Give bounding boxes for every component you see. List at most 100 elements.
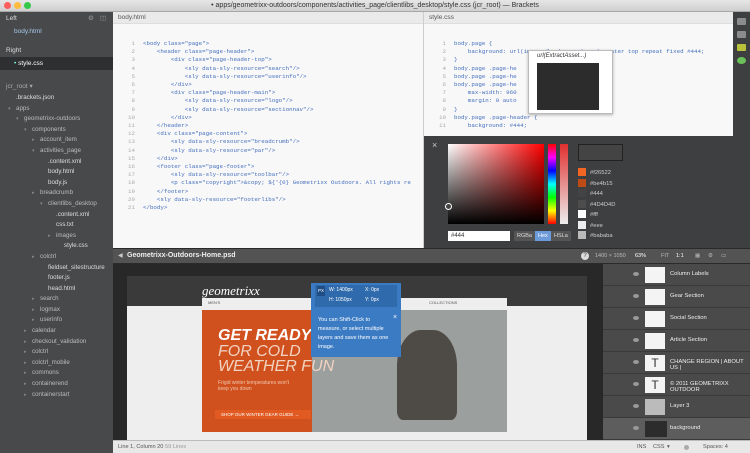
code-line[interactable]: 4 <sly data-sly-resource="search"/> <box>113 65 423 73</box>
layer-row[interactable]: Article Section <box>603 330 750 352</box>
layer-row[interactable]: Social Section <box>603 308 750 330</box>
saturation-value-field[interactable] <box>445 144 544 224</box>
zoom-level[interactable]: 63% <box>635 253 646 259</box>
tree-item[interactable]: ▸ colctrl <box>0 347 113 358</box>
language-select[interactable]: CSS <box>653 441 665 453</box>
code-line[interactable]: 7 <div class="page-header-main"> <box>113 89 423 97</box>
split-view-icon[interactable]: ◫ <box>100 12 106 25</box>
code-line[interactable]: 11 background: #444; <box>424 122 750 130</box>
fit-button[interactable]: FIT <box>661 253 669 259</box>
tree-arrow-icon[interactable]: ▸ <box>32 305 40 316</box>
tree-arrow-icon[interactable]: ▸ <box>32 188 40 199</box>
left-pane-tab[interactable]: body.html <box>113 12 423 24</box>
eye-icon[interactable] <box>633 360 639 364</box>
tree-arrow-icon[interactable]: ▸ <box>24 337 32 348</box>
tree-item[interactable]: .content.xml <box>0 210 113 221</box>
eye-icon[interactable] <box>633 338 639 342</box>
linter-icon[interactable] <box>684 445 689 450</box>
grid-icon[interactable]: ▦ <box>695 253 700 259</box>
code-line[interactable]: 21 </body> <box>113 204 423 212</box>
layer-row[interactable]: T © 2011 GEOMETRIXX OUTDOOR <box>603 374 750 396</box>
code-line[interactable]: 5 <sly data-sly-resource="userinfo"/> <box>113 73 423 81</box>
tree-item[interactable]: .content.xml <box>0 157 113 168</box>
hsla-format-button[interactable]: HSLa <box>551 231 571 241</box>
eye-icon[interactable] <box>633 404 639 408</box>
collapse-arrow-icon[interactable]: ◀ <box>118 252 123 259</box>
layer-row[interactable]: Layer 3 <box>603 396 750 418</box>
chevron-down-icon[interactable]: ▾ <box>667 441 670 453</box>
tree-item[interactable]: ▸ checkout_validation <box>0 337 113 348</box>
working-file-style-css[interactable]: • style.css <box>0 57 113 70</box>
code-line[interactable]: 9 <sly data-sly-resource="sectionnav"/> <box>113 106 423 114</box>
eye-icon[interactable] <box>633 272 639 276</box>
code-line[interactable]: 17 <sly data-sly-resource="toolbar"/> <box>113 171 423 179</box>
extract-icon[interactable] <box>737 44 746 51</box>
code-line[interactable]: 12 <div class="page-content"> <box>113 130 423 138</box>
color-swatch[interactable]: #444 <box>578 189 615 200</box>
code-line[interactable]: 13 <sly data-sly-resource="breadcrumb"/> <box>113 138 423 146</box>
tree-arrow-icon[interactable]: ▸ <box>24 326 32 337</box>
tree-arrow-icon[interactable]: ▾ <box>24 125 32 136</box>
tree-item[interactable]: body.js <box>0 178 113 189</box>
layer-row[interactable]: Gear Section <box>603 286 750 308</box>
linter-status-icon[interactable] <box>737 57 746 64</box>
code-line[interactable]: 16 <footer class="page-footer"> <box>113 163 423 171</box>
left-editor-pane[interactable]: body.html 1 <body class="page"> 2 <header … <box>113 12 424 248</box>
opacity-slider[interactable] <box>560 144 568 224</box>
tree-item[interactable]: ▾ clientlibs_desktop <box>0 199 113 210</box>
code-line[interactable]: 18 <p class="copyright">&copy; ${'{0} Ge… <box>113 179 423 187</box>
spaces-setting[interactable]: Spaces: 4 <box>703 441 728 453</box>
code-line[interactable]: 6 </div> <box>113 81 423 89</box>
color-swatch[interactable]: #fff <box>578 210 615 221</box>
tree-item[interactable]: ▸ userinfo <box>0 315 113 326</box>
code-line[interactable]: 14 <sly data-sly-resource="par"/> <box>113 147 423 155</box>
asset-hint-popup[interactable]: url(ExtractAsset...) <box>528 50 613 114</box>
color-selector-handle[interactable] <box>445 203 452 210</box>
tree-item[interactable]: head.html <box>0 284 113 295</box>
extension-manager-icon[interactable] <box>737 31 746 38</box>
color-swatch[interactable]: #f26522 <box>578 168 615 179</box>
eye-icon[interactable] <box>633 382 639 386</box>
settings-icon[interactable]: ⚙ <box>708 253 713 259</box>
eye-icon[interactable] <box>633 426 639 430</box>
tree-item[interactable]: ▸ breadcrumb <box>0 188 113 199</box>
gear-icon[interactable]: ⚙ <box>88 12 94 25</box>
tree-item[interactable]: ▸ colctrl <box>0 252 113 263</box>
code-line[interactable]: 19 </footer> <box>113 188 423 196</box>
hint-header[interactable]: url(ExtractAsset...) <box>529 51 612 61</box>
layer-row[interactable]: Column Labels <box>603 264 750 286</box>
tree-item[interactable]: ▸ calendar <box>0 326 113 337</box>
tree-arrow-icon[interactable]: ▾ <box>16 114 24 125</box>
project-root-dropdown[interactable]: jcr_root ▾ <box>0 80 113 93</box>
tree-item[interactable]: ▸ account_item <box>0 135 113 146</box>
tree-item[interactable]: ▸ containerstart <box>0 390 113 401</box>
tree-arrow-icon[interactable]: ▸ <box>24 368 32 379</box>
rgba-format-button[interactable]: RGBa <box>514 231 535 241</box>
layers-toggle-icon[interactable]: ▭ <box>721 253 726 259</box>
tree-item[interactable]: ▾ geometrixx-outdoors <box>0 114 113 125</box>
code-area-left[interactable]: 1 <body class="page"> 2 <header class="pag… <box>113 24 423 212</box>
tree-item[interactable]: ▸ commons <box>0 368 113 379</box>
code-line[interactable]: 1 body.page { <box>424 40 750 48</box>
eye-icon[interactable] <box>633 316 639 320</box>
hex-format-button[interactable]: Hex <box>535 231 551 241</box>
tree-item[interactable]: ▾ components <box>0 125 113 136</box>
color-swatch[interactable]: #eee <box>578 220 615 232</box>
tree-arrow-icon[interactable]: ▸ <box>32 252 40 263</box>
tree-item[interactable]: ▸ containerend <box>0 379 113 390</box>
tree-arrow-icon[interactable]: ▸ <box>24 347 32 358</box>
working-file-body-html[interactable]: body.html <box>0 25 113 38</box>
code-line[interactable]: 8 <sly data-sly-resource="logo"/> <box>113 97 423 105</box>
tree-item[interactable]: ▸ search <box>0 294 113 305</box>
tree-item[interactable]: ▸ colctrl_mobile <box>0 358 113 369</box>
tree-arrow-icon[interactable]: ▸ <box>24 390 32 401</box>
eye-icon[interactable] <box>633 294 639 298</box>
tree-item[interactable]: css.txt <box>0 220 113 231</box>
color-swatch[interactable]: #be4b15 <box>578 178 615 190</box>
tree-item[interactable]: .brackets.json <box>0 93 113 104</box>
code-line[interactable]: 10 body.page .page-header { <box>424 114 750 122</box>
tree-arrow-icon[interactable]: ▾ <box>8 104 16 115</box>
tree-item[interactable]: ▾ activities_page <box>0 146 113 157</box>
tree-item[interactable]: body.html <box>0 167 113 178</box>
tree-arrow-icon[interactable]: ▾ <box>32 146 40 157</box>
